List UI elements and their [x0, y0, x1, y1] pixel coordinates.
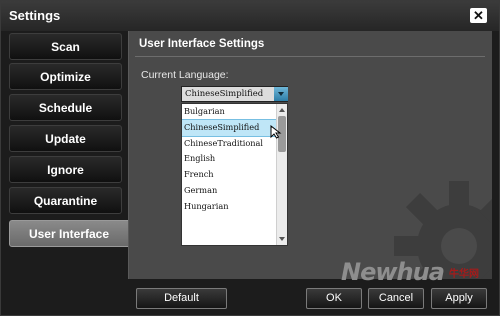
sidebar-item-ignore[interactable]: Ignore — [9, 156, 122, 183]
dropdown-arrow-icon[interactable] — [274, 87, 288, 101]
selected-language: ChineseSimplified — [185, 89, 264, 99]
window-title: Settings — [9, 8, 61, 23]
apply-button[interactable]: Apply — [431, 288, 487, 309]
language-option[interactable]: English — [182, 151, 287, 167]
watermark-logo-cn: 牛华网 — [449, 269, 479, 280]
scroll-down-icon[interactable] — [279, 237, 285, 241]
sidebar-item-quarantine[interactable]: Quarantine — [9, 187, 122, 214]
mouse-cursor-icon — [270, 125, 282, 139]
sidebar-item-update[interactable]: Update — [9, 125, 122, 152]
chevron-down-icon — [278, 92, 284, 96]
sidebar-item-optimize[interactable]: Optimize — [9, 63, 122, 90]
sidebar-item-user-interface[interactable]: User Interface — [9, 220, 129, 247]
watermark-logo: Newhua — [341, 258, 445, 286]
language-option[interactable]: German — [182, 183, 287, 199]
ok-button[interactable]: OK — [306, 288, 362, 309]
settings-panel: User Interface Settings Current Language… — [128, 31, 492, 279]
sidebar-item-scan[interactable]: Scan — [9, 33, 122, 60]
language-option[interactable]: Hungarian — [182, 199, 287, 215]
title-bar: Settings ✕ — [1, 1, 499, 31]
settings-window: Settings ✕ Scan Optimize Schedule Update… — [0, 0, 500, 316]
scroll-up-icon[interactable] — [279, 108, 285, 112]
language-select[interactable]: ChineseSimplified — [181, 86, 288, 102]
sidebar-item-schedule[interactable]: Schedule — [9, 94, 122, 121]
language-option[interactable]: Bulgarian — [182, 104, 287, 120]
panel-title: User Interface Settings — [139, 38, 265, 50]
close-icon[interactable]: ✕ — [470, 8, 487, 23]
default-button[interactable]: Default — [136, 288, 227, 309]
divider — [135, 56, 485, 57]
cancel-button[interactable]: Cancel — [368, 288, 424, 309]
language-label: Current Language: — [141, 69, 229, 81]
language-option[interactable]: French — [182, 167, 287, 183]
